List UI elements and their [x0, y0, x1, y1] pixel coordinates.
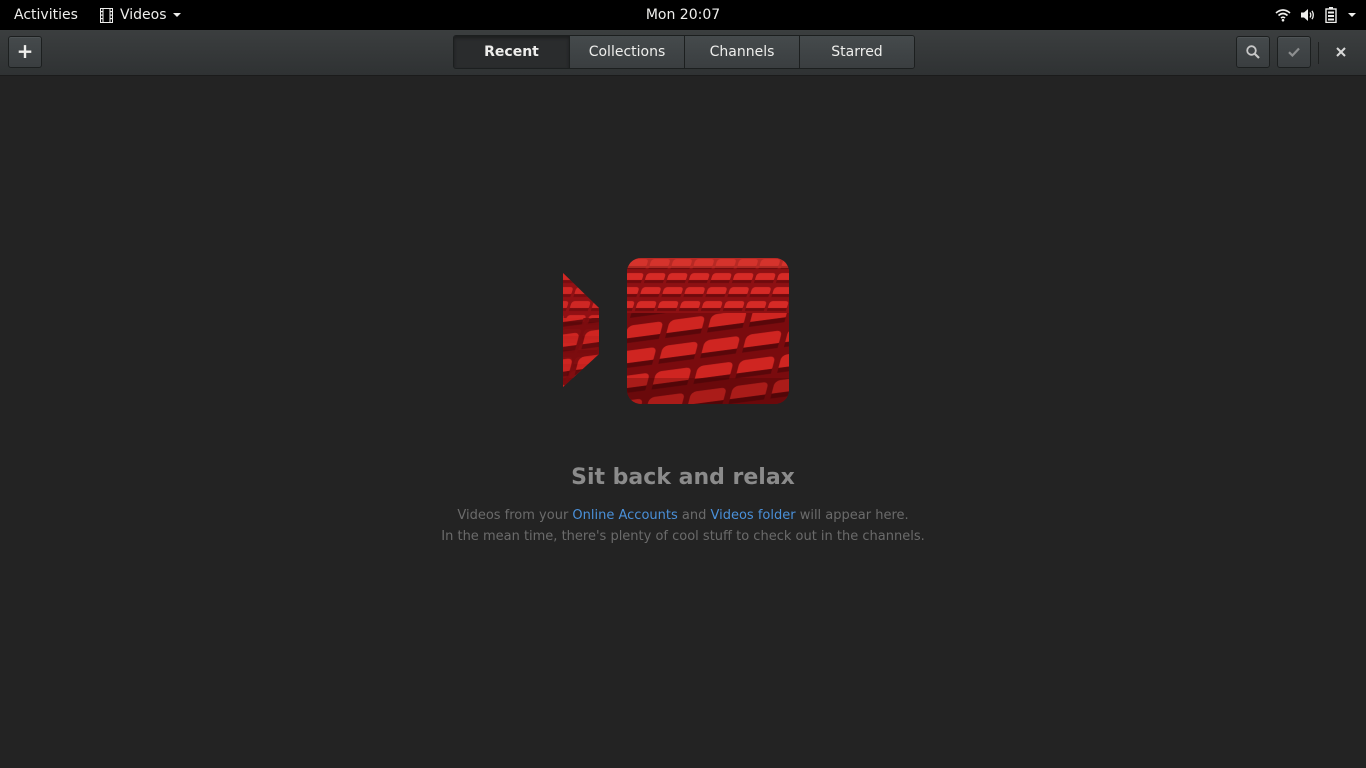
video-camera-seats-icon — [563, 258, 789, 404]
tab-collections[interactable]: Collections — [569, 36, 684, 68]
film-icon — [100, 7, 113, 23]
view-switcher: Recent Collections Channels Starred — [453, 35, 915, 69]
close-button[interactable] — [1327, 36, 1355, 68]
clock-container: Mon 20:07 — [0, 0, 1366, 30]
app-menu-label: Videos — [120, 7, 167, 23]
search-button[interactable] — [1236, 36, 1270, 68]
selection-mode-button[interactable] — [1277, 36, 1311, 68]
description-text: and — [677, 508, 711, 523]
description-text: will appear here. — [795, 508, 909, 523]
empty-state-description-line-2: In the mean time, there's plenty of cool… — [441, 529, 925, 544]
volume-icon — [1301, 9, 1314, 21]
description-text: Videos from your — [457, 508, 573, 523]
empty-state-description-line-1: Videos from your Online Accounts and Vid… — [0, 508, 1366, 523]
status-menu[interactable] — [1275, 0, 1356, 30]
header-separator — [1318, 42, 1319, 64]
gnome-top-bar: Activities Videos Mon 20:07 — [0, 0, 1366, 30]
battery-icon — [1325, 7, 1337, 23]
search-icon — [1246, 45, 1260, 59]
header-bar: + Recent Collections Channels Starred — [0, 30, 1366, 76]
recent-view: Sit back and relax Videos from your Onli… — [0, 77, 1366, 768]
tab-starred[interactable]: Starred — [799, 36, 914, 68]
activities-button[interactable]: Activities — [14, 0, 78, 30]
clock[interactable]: Mon 20:07 — [646, 7, 720, 23]
plus-icon: + — [16, 39, 34, 63]
checkmark-icon — [1288, 47, 1300, 57]
app-menu-caret-icon — [172, 13, 181, 17]
tab-channels[interactable]: Channels — [684, 36, 799, 68]
chevron-down-icon — [1348, 13, 1356, 17]
app-menu[interactable]: Videos — [100, 0, 181, 30]
close-icon — [1336, 47, 1346, 57]
online-accounts-link[interactable]: Online Accounts — [572, 508, 677, 523]
wifi-icon — [1275, 9, 1291, 22]
empty-state-title: Sit back and relax — [571, 465, 795, 490]
add-button[interactable]: + — [8, 36, 42, 68]
videos-folder-link[interactable]: Videos folder — [710, 508, 795, 523]
tab-recent[interactable]: Recent — [454, 36, 569, 68]
